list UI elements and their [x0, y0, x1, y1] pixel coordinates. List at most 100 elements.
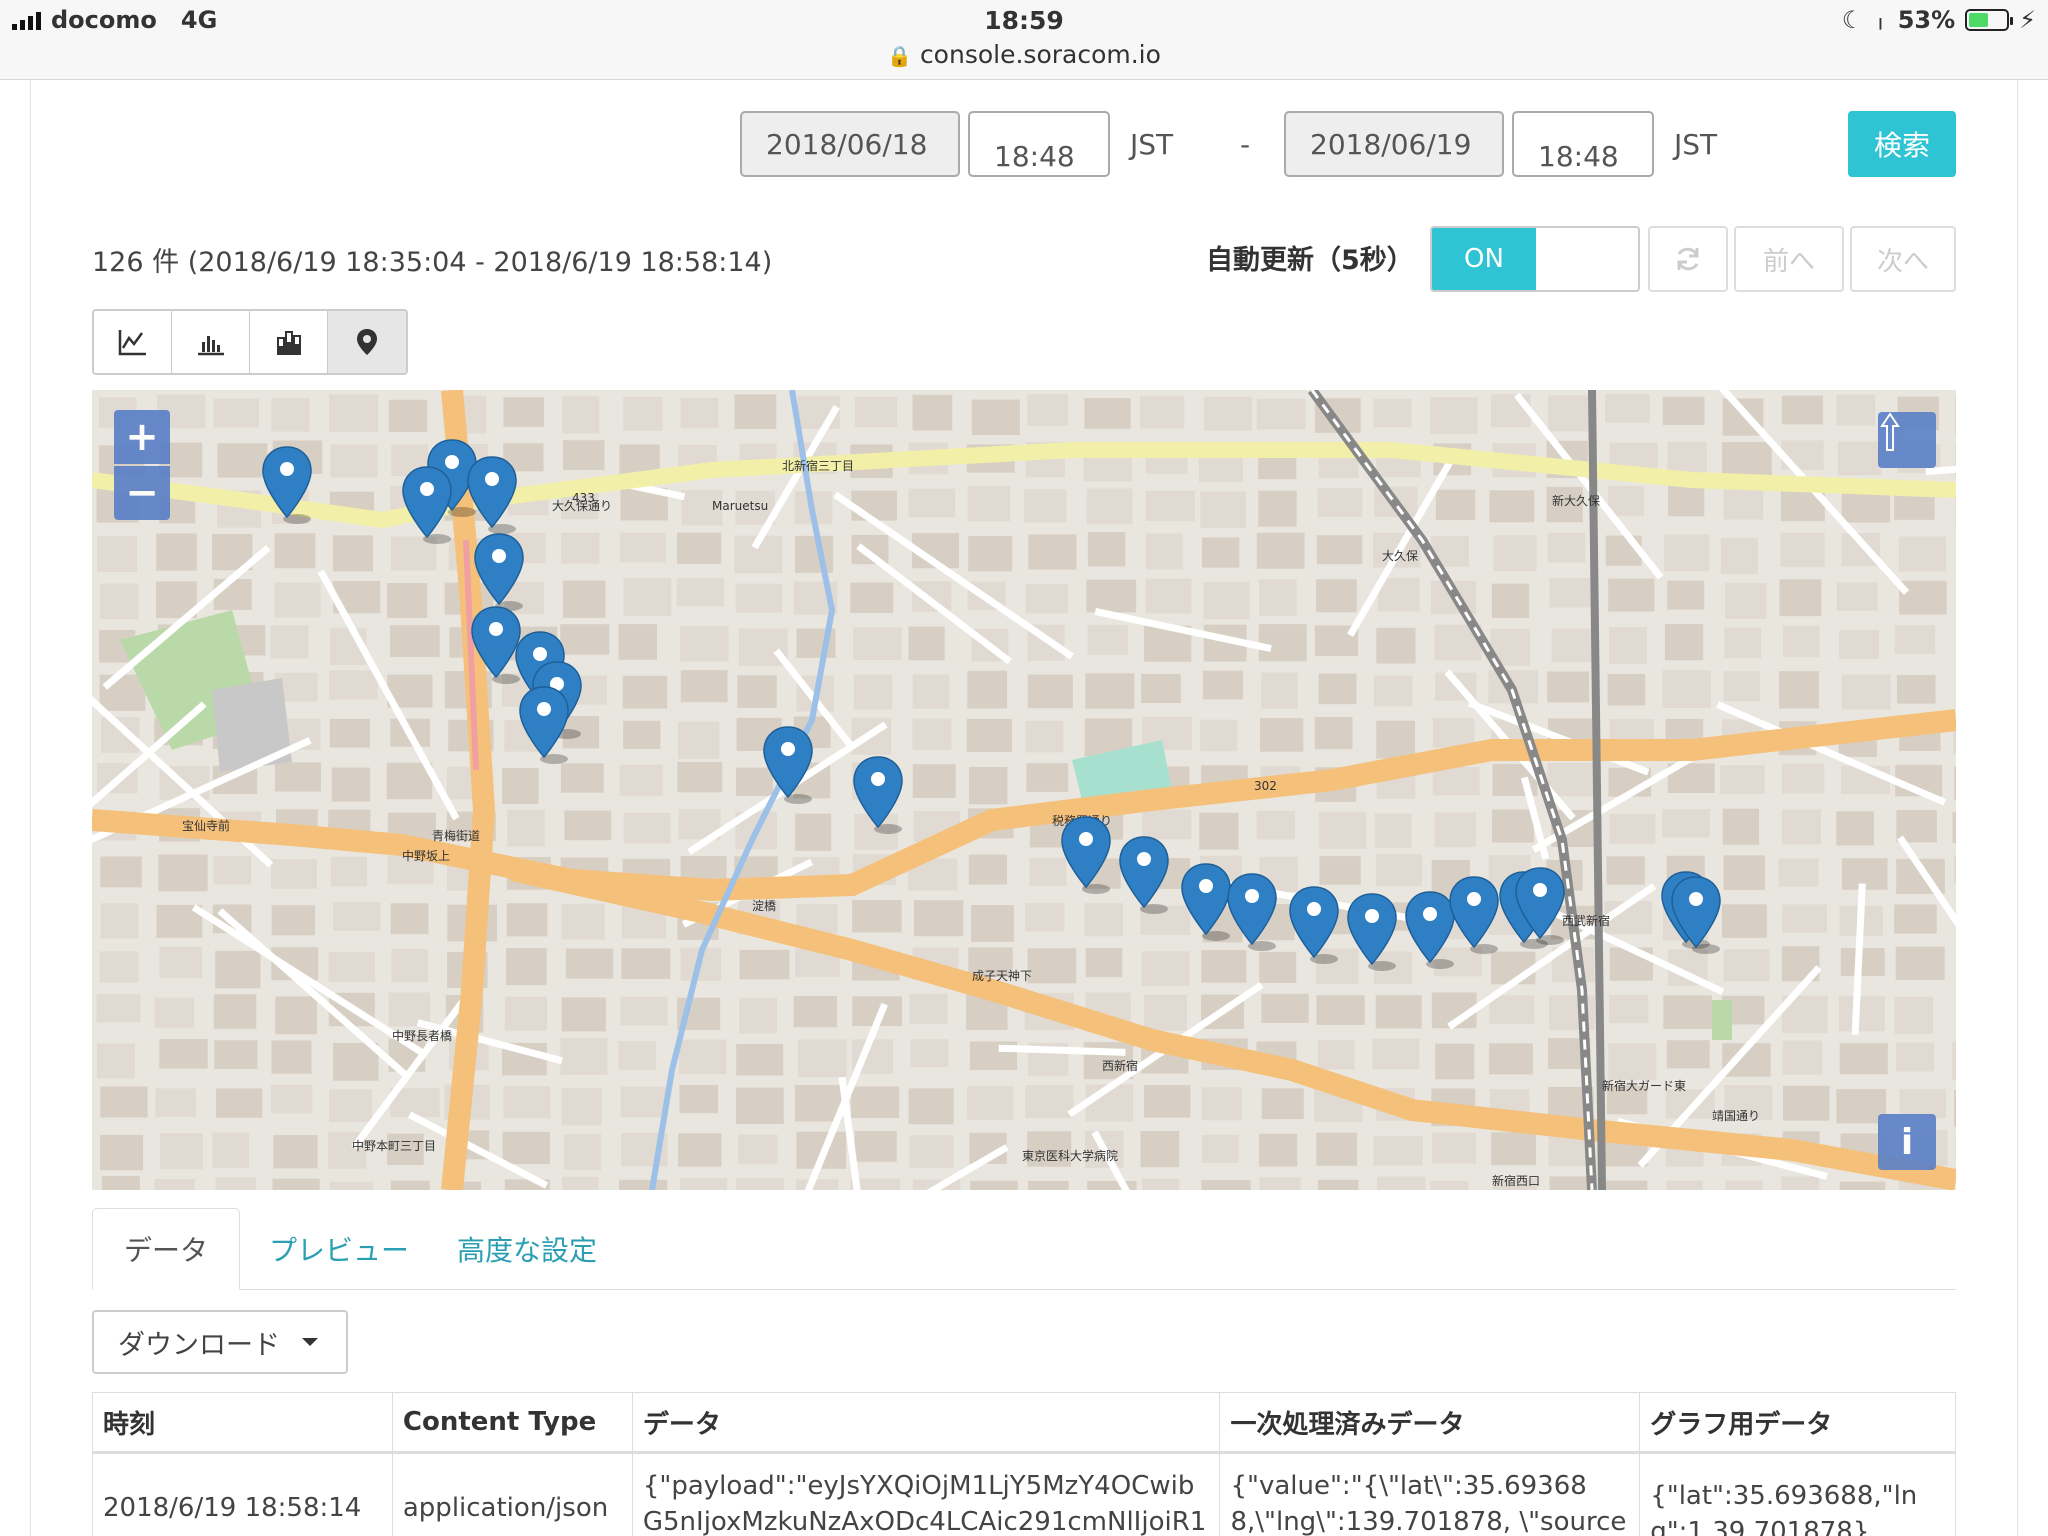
- zoom-out-button[interactable]: −: [114, 466, 170, 520]
- map-block: [619, 764, 663, 796]
- map-block: [1317, 488, 1363, 517]
- map-block: [737, 675, 777, 708]
- to-time-input[interactable]: 18:48: [1512, 111, 1654, 177]
- address-bar[interactable]: 🔒 console.soracom.io: [0, 40, 2048, 69]
- map-block: [680, 397, 719, 429]
- tab-advanced[interactable]: 高度な設定: [442, 1208, 612, 1290]
- map-marker[interactable]: [467, 456, 517, 534]
- map-block: [329, 394, 379, 432]
- map-label: 成子天神下: [972, 969, 1032, 983]
- map-marker[interactable]: [1671, 876, 1721, 954]
- map-view-button[interactable]: [328, 311, 406, 373]
- map-block: [1663, 995, 1712, 1029]
- map-block: [1720, 537, 1759, 575]
- map-block: [966, 718, 1012, 752]
- tab-data[interactable]: データ: [92, 1208, 240, 1290]
- map-block: [1434, 812, 1476, 848]
- map-block: [1430, 1181, 1469, 1190]
- map-block: [1201, 1087, 1242, 1121]
- map-marker[interactable]: [519, 686, 569, 764]
- map-block: [507, 809, 545, 847]
- map-block: [1202, 670, 1244, 700]
- map-block: [1952, 812, 1956, 844]
- bar-chart-button[interactable]: [172, 311, 250, 373]
- map-block: [967, 486, 1011, 522]
- map-block: [1782, 904, 1828, 933]
- map-block: [1025, 720, 1064, 753]
- map-label: 淀橋: [752, 899, 776, 913]
- map-block: [1373, 675, 1413, 707]
- map-block: [213, 578, 252, 610]
- map-block: [1026, 763, 1069, 792]
- table-row[interactable]: 2018/6/19 18:58:14 application/json {"pa…: [92, 1452, 1956, 1536]
- railway-2: [1588, 390, 1606, 1190]
- col-time[interactable]: 時刻: [92, 1392, 393, 1454]
- map-block: [1605, 1180, 1648, 1190]
- map-block: [1314, 716, 1353, 750]
- map-block: [560, 624, 610, 655]
- info-button[interactable]: i: [1878, 1114, 1936, 1170]
- to-date-input[interactable]: 2018/06/19: [1284, 111, 1504, 177]
- map-block: [1489, 490, 1535, 523]
- map-block: [330, 856, 368, 887]
- prev-button[interactable]: 前へ: [1734, 226, 1844, 292]
- map-block: [1779, 579, 1822, 617]
- map-marker[interactable]: [402, 466, 452, 544]
- map-marker[interactable]: [1119, 836, 1169, 914]
- map-block: [971, 399, 1020, 436]
- tab-preview[interactable]: プレビュー: [254, 1208, 424, 1290]
- map-marker[interactable]: [1449, 876, 1499, 954]
- col-processed[interactable]: 一次処理済みデータ: [1219, 1392, 1641, 1454]
- street: [1925, 465, 1956, 476]
- cell-graph: {"lat":35.693688,"lng":1 39.701878}: [1639, 1452, 1956, 1536]
- view-type-group: [92, 309, 408, 375]
- map-block: [1664, 624, 1704, 661]
- map-marker-icon: [357, 329, 377, 355]
- map-block: [1895, 1042, 1934, 1072]
- map-block: [1318, 811, 1367, 849]
- map-block: [562, 1176, 599, 1190]
- data-table: 時刻 Content Type データ 一次処理済みデータ グラフ用データ 20…: [92, 1392, 1956, 1536]
- from-date-input[interactable]: 2018/06/18: [740, 111, 960, 177]
- map-block: [1430, 397, 1478, 434]
- map-block: [271, 905, 315, 936]
- map-block: [967, 1086, 1014, 1120]
- map-block: [1836, 811, 1874, 846]
- map-block: [851, 1086, 900, 1119]
- map-block: [1256, 810, 1296, 840]
- col-data[interactable]: データ: [631, 1392, 1221, 1454]
- map-block: [271, 1040, 312, 1074]
- col-graph[interactable]: グラフ用データ: [1639, 1392, 1956, 1454]
- map-block: [912, 394, 953, 431]
- download-button[interactable]: ダウンロード: [92, 1310, 348, 1374]
- map-block: [1374, 813, 1412, 848]
- charging-icon: ⚡: [2019, 6, 2036, 34]
- map-block: [1141, 1178, 1180, 1190]
- compass-button[interactable]: [1878, 412, 1936, 468]
- map-block: [1723, 486, 1764, 520]
- stacked-chart-button[interactable]: [250, 311, 328, 373]
- from-date-value: 2018/06/18: [766, 127, 928, 161]
- map-block: [908, 1088, 954, 1125]
- map-view[interactable]: 大久保通り青梅街道税務署通り北新宿三丁目中野坂上西新宿新大久保大久保淀橋成子天神…: [92, 390, 1956, 1190]
- map-block: [1319, 856, 1361, 885]
- search-button[interactable]: 検索: [1848, 111, 1956, 177]
- map-block: [1375, 995, 1422, 1029]
- col-content-type[interactable]: Content Type: [391, 1392, 633, 1454]
- from-time-input[interactable]: 18:48: [968, 111, 1110, 177]
- result-count: 126 件 (2018/6/19 18:35:04 - 2018/6/19 18…: [92, 247, 773, 278]
- map-block: [562, 580, 606, 618]
- refresh-button[interactable]: [1648, 226, 1728, 292]
- map-label: 新宿大ガード東: [1602, 1078, 1686, 1093]
- map-block: [155, 1088, 196, 1117]
- zoom-in-button[interactable]: +: [114, 410, 170, 464]
- map-label: Maruetsu: [712, 499, 768, 513]
- auto-update-toggle[interactable]: ON: [1430, 226, 1640, 292]
- map-block: [275, 996, 317, 1035]
- download-label: ダウンロード: [118, 1329, 280, 1361]
- map-block: [1782, 763, 1825, 794]
- next-button[interactable]: 次へ: [1850, 226, 1956, 292]
- map-block: [853, 674, 893, 710]
- line-chart-button[interactable]: [94, 311, 172, 373]
- map-block: [795, 535, 834, 573]
